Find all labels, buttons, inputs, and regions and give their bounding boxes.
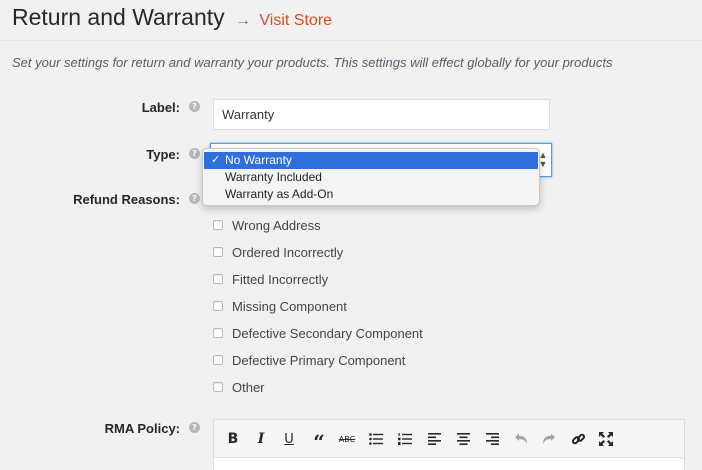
- rma-policy-label: RMA Policy:: [104, 421, 180, 436]
- checkbox[interactable]: [213, 301, 223, 311]
- numbered-list-icon[interactable]: [395, 430, 415, 448]
- checkbox[interactable]: [213, 274, 223, 284]
- fullscreen-icon[interactable]: [596, 430, 616, 448]
- undo-icon[interactable]: [511, 430, 531, 448]
- page-title-text: Return and Warranty: [12, 4, 225, 30]
- refund-reason-ordered-incorrectly[interactable]: Ordered Incorrectly: [213, 243, 343, 261]
- header-divider: [0, 40, 702, 41]
- page-title: Return and Warranty → Visit Store: [12, 4, 332, 31]
- checkmark-icon: ✓: [211, 154, 221, 166]
- checkbox-label: Defective Secondary Component: [232, 325, 423, 341]
- checkbox-label: Wrong Address: [232, 217, 321, 233]
- type-field-label: Type:: [146, 147, 180, 162]
- italic-icon[interactable]: I: [251, 430, 271, 448]
- type-dropdown-menu: ✓ No Warranty Warranty Included Warranty…: [202, 148, 540, 206]
- checkbox-label: Missing Component: [232, 298, 347, 314]
- option-label: Warranty Included: [225, 170, 322, 184]
- align-right-icon[interactable]: [482, 430, 502, 448]
- dropdown-option-warranty-included[interactable]: Warranty Included: [204, 169, 538, 186]
- blockquote-icon[interactable]: “: [309, 430, 329, 452]
- checkbox-label: Ordered Incorrectly: [232, 244, 344, 260]
- checkbox[interactable]: [213, 247, 223, 257]
- option-label: Warranty as Add-On: [225, 187, 334, 201]
- option-label: No Warranty: [225, 153, 292, 167]
- dropdown-option-no-warranty[interactable]: ✓ No Warranty: [204, 152, 538, 169]
- help-icon[interactable]: ?: [189, 422, 200, 433]
- refund-reason-defective-secondary[interactable]: Defective Secondary Component: [213, 324, 423, 342]
- checkbox[interactable]: [213, 382, 223, 392]
- arrow-right-icon: →: [235, 12, 252, 29]
- checkbox[interactable]: [213, 355, 223, 365]
- align-center-icon[interactable]: [453, 430, 473, 448]
- refund-reasons-label: Refund Reasons:: [73, 192, 180, 207]
- dropdown-option-warranty-addon[interactable]: Warranty as Add-On: [204, 186, 538, 203]
- refund-reason-wrong-address[interactable]: Wrong Address: [213, 216, 321, 234]
- underline-icon[interactable]: U: [279, 430, 299, 448]
- checkbox[interactable]: [213, 220, 223, 230]
- help-icon[interactable]: ?: [189, 193, 200, 204]
- link-icon[interactable]: [568, 430, 588, 448]
- checkbox-label: Fitted Incorrectly: [232, 271, 329, 287]
- align-left-icon[interactable]: [424, 430, 444, 448]
- rma-policy-editor[interactable]: B I U “ ABC: [213, 419, 685, 470]
- checkbox[interactable]: [213, 328, 223, 338]
- bullet-list-icon[interactable]: [366, 430, 386, 448]
- settings-description: Set your settings for return and warrant…: [12, 55, 613, 70]
- checkbox-label: Other: [232, 379, 265, 395]
- refund-reason-fitted-incorrectly[interactable]: Fitted Incorrectly: [213, 270, 328, 288]
- redo-icon[interactable]: [539, 430, 559, 448]
- bold-icon[interactable]: B: [223, 430, 243, 448]
- visit-store-link[interactable]: Visit Store: [259, 12, 332, 29]
- label-input[interactable]: Warranty: [213, 99, 550, 130]
- checkbox-label: Defective Primary Component: [232, 352, 406, 368]
- help-icon[interactable]: ?: [189, 101, 200, 112]
- refund-reason-defective-primary[interactable]: Defective Primary Component: [213, 351, 405, 369]
- refund-reason-missing-component[interactable]: Missing Component: [213, 297, 347, 315]
- help-icon[interactable]: ?: [189, 148, 200, 159]
- strikethrough-icon[interactable]: ABC: [337, 430, 357, 448]
- label-field-label: Label:: [141, 100, 180, 115]
- refund-reason-other[interactable]: Other: [213, 378, 265, 396]
- editor-toolbar: B I U “ ABC: [214, 420, 684, 458]
